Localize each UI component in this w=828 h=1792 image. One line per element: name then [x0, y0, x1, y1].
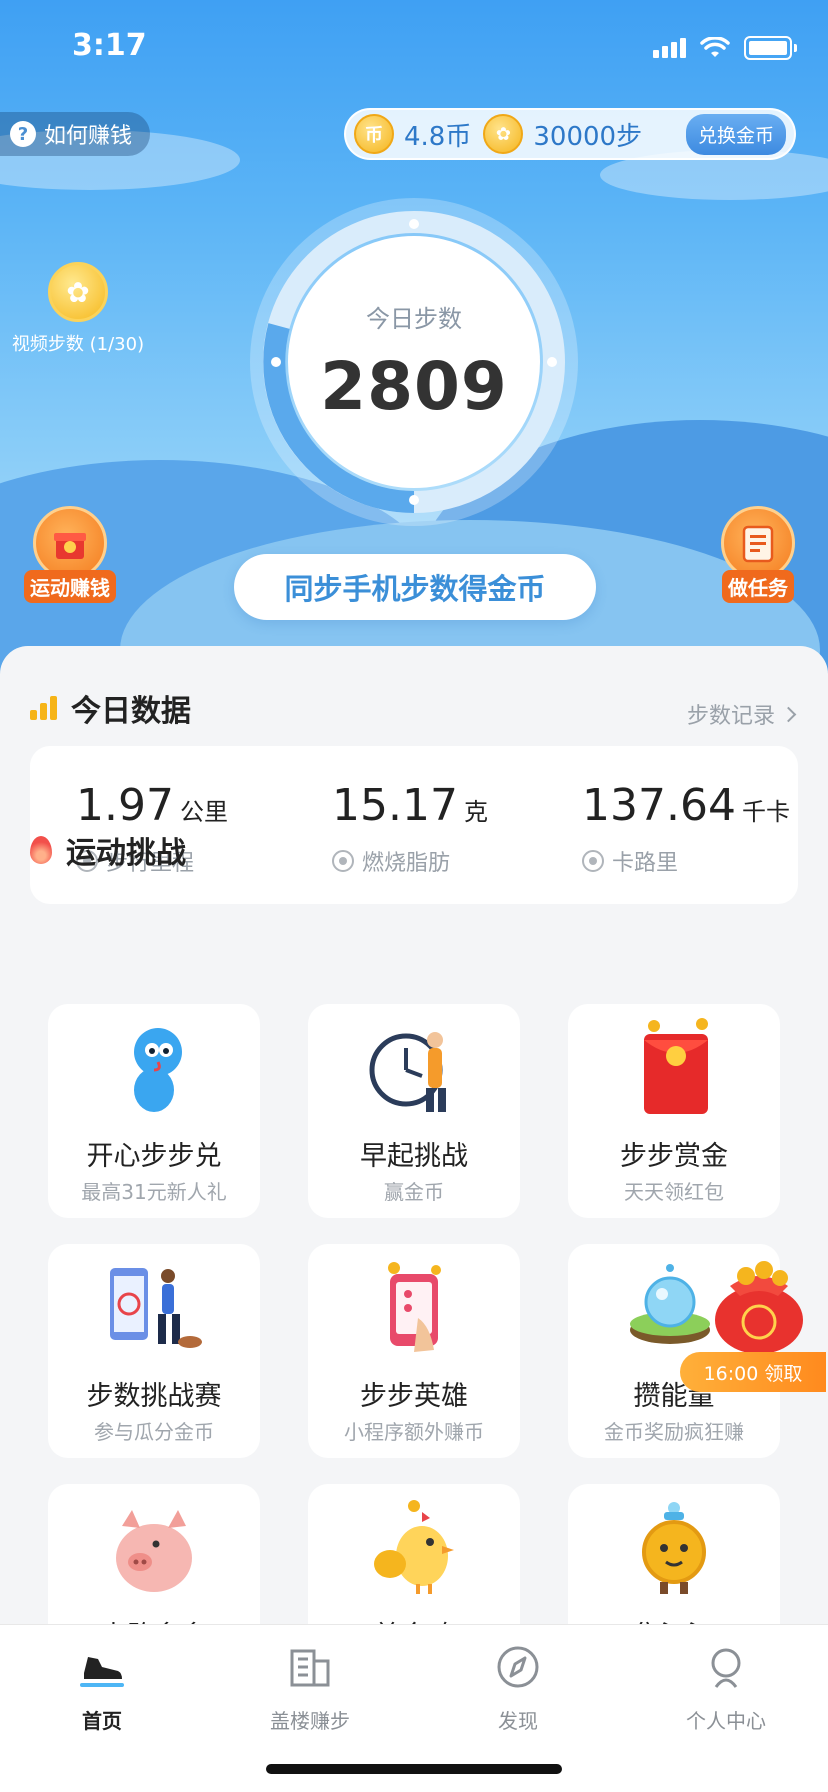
exercise-earn-button[interactable]: 运动赚钱 [20, 506, 120, 603]
building-icon [290, 1649, 330, 1687]
stat-label: 燃烧脂肪 [362, 851, 451, 876]
card-title: 早起挑战 [360, 1141, 468, 1172]
claim-time-badge[interactable]: 16:00 领取 [680, 1352, 826, 1392]
challenge-card-step-contest[interactable]: 步数挑战赛 参与瓜分金币 [48, 1244, 260, 1458]
wifi-icon [700, 37, 730, 57]
coin-balance: 4.8币 [404, 121, 472, 152]
alarm-clock-icon [369, 1032, 446, 1112]
tasks-button[interactable]: 做任务 [708, 506, 808, 603]
exercise-earn-label: 运动赚钱 [24, 570, 116, 603]
foot-coin-icon: ✿ [483, 114, 524, 154]
stat-unit: 千卡 [741, 798, 790, 826]
coin-balance-pill: 币 4.8币 ✿ 30000步 兑换金币 [344, 108, 796, 160]
sync-steps-button[interactable]: 同步手机步数得金币 [234, 554, 596, 620]
stat-value: 137.64 [582, 780, 736, 831]
today-data-title: 今日数据 [71, 694, 191, 729]
card-subtitle: 金币奖励疯狂赚 [604, 1420, 744, 1444]
tab-profile[interactable]: 个人中心 [646, 1643, 806, 1734]
compass-icon [497, 1646, 539, 1688]
gift-icon [33, 506, 107, 580]
tab-label: 发现 [498, 1709, 538, 1733]
card-subtitle: 参与瓜分金币 [94, 1420, 214, 1444]
phone-hand-icon [388, 1262, 441, 1352]
card-title: 步步英雄 [360, 1381, 468, 1412]
home-indicator [266, 1764, 562, 1774]
challenges-title: 运动挑战 [66, 836, 186, 871]
today-steps-count: 2809 [320, 348, 508, 425]
today-steps-label: 今日步数 [366, 305, 462, 333]
pig-icon [116, 1510, 192, 1592]
card-subtitle: 赢金币 [384, 1180, 444, 1204]
bar-chart-icon [30, 696, 57, 720]
how-to-earn-label: 如何赚钱 [44, 124, 133, 149]
card-title: 步数挑战赛 [86, 1381, 222, 1412]
challenge-card-step-bounty[interactable]: 步步赏金 天天领红包 [568, 1004, 780, 1218]
challenge-card-step-hero[interactable]: 步步英雄 小程序额外赚币 [308, 1244, 520, 1458]
card-subtitle: 天天领红包 [624, 1180, 724, 1204]
challenges-header: 运动挑战 [30, 828, 186, 872]
tab-label: 首页 [82, 1709, 122, 1733]
tab-discover[interactable]: 发现 [438, 1643, 598, 1734]
tasks-label: 做任务 [722, 570, 794, 603]
tab-label: 个人中心 [686, 1709, 766, 1733]
person-icon [711, 1648, 741, 1688]
step-record-label: 步数记录 [686, 704, 775, 729]
lucky-bag-icon [715, 1261, 803, 1354]
calorie-icon [582, 850, 604, 872]
task-list-icon [721, 506, 795, 580]
phone-walker-icon [110, 1268, 202, 1348]
card-title: 开心步步兑 [86, 1141, 222, 1172]
tab-build-earn[interactable]: 盖楼赚步 [230, 1643, 390, 1734]
shoe-icon [80, 1657, 124, 1687]
card-subtitle: 小程序额外赚币 [344, 1420, 484, 1444]
stat-label: 卡路里 [612, 851, 679, 876]
foot-icon: ✿ [48, 262, 108, 322]
step-ring: 今日步数 2809 [244, 192, 584, 532]
chevron-right-icon [780, 706, 797, 722]
step-record-link[interactable]: 步数记录 [686, 698, 797, 730]
today-data-header: 今日数据 [30, 686, 191, 730]
today-stats-card: 1.97 公里 步行里程 15.17 克 燃烧脂肪 137.64 千卡 卡路里 [30, 746, 798, 904]
video-steps-button[interactable]: ✿ 视频步数 (1/30) [8, 262, 148, 356]
stat-unit: 公里 [179, 798, 228, 826]
chicken-icon [374, 1500, 454, 1594]
stat-unit: 克 [463, 798, 488, 826]
challenge-card-happy-steps[interactable]: 开心步步兑 最高31元新人礼 [48, 1004, 260, 1218]
question-icon: ? [10, 121, 36, 147]
stat-distance: 1.97 公里 步行里程 [30, 746, 292, 904]
exchange-coins-button[interactable]: 兑换金币 [685, 113, 786, 155]
status-icons [653, 36, 797, 60]
stat-value: 1.97 [76, 780, 174, 831]
flame-icon [30, 836, 52, 864]
stat-calories: 137.64 千卡 卡路里 [548, 746, 798, 904]
steps-balance: 30000步 [533, 121, 643, 152]
stat-value: 15.17 [332, 780, 458, 831]
status-time: 3:17 [72, 28, 147, 63]
how-to-earn-button[interactable]: ? 如何赚钱 [0, 112, 151, 156]
card-title: 步步赏金 [620, 1141, 728, 1172]
coin-icon: 币 [354, 114, 394, 154]
challenge-card-early-rise[interactable]: 早起挑战 赢金币 [308, 1004, 520, 1218]
video-steps-label: 视频步数 (1/30) [11, 334, 145, 355]
tab-home[interactable]: 首页 [22, 1643, 182, 1734]
red-envelope-icon [644, 1018, 708, 1114]
stat-fat: 15.17 克 燃烧脂肪 [292, 746, 548, 904]
fat-icon [332, 850, 354, 872]
battery-icon [744, 36, 797, 60]
signal-icon [653, 38, 686, 58]
tab-label: 盖楼赚步 [270, 1709, 350, 1733]
blue-mascot-icon [134, 1028, 182, 1112]
coin-mascot-icon [642, 1502, 706, 1594]
card-subtitle: 最高31元新人礼 [81, 1180, 227, 1204]
